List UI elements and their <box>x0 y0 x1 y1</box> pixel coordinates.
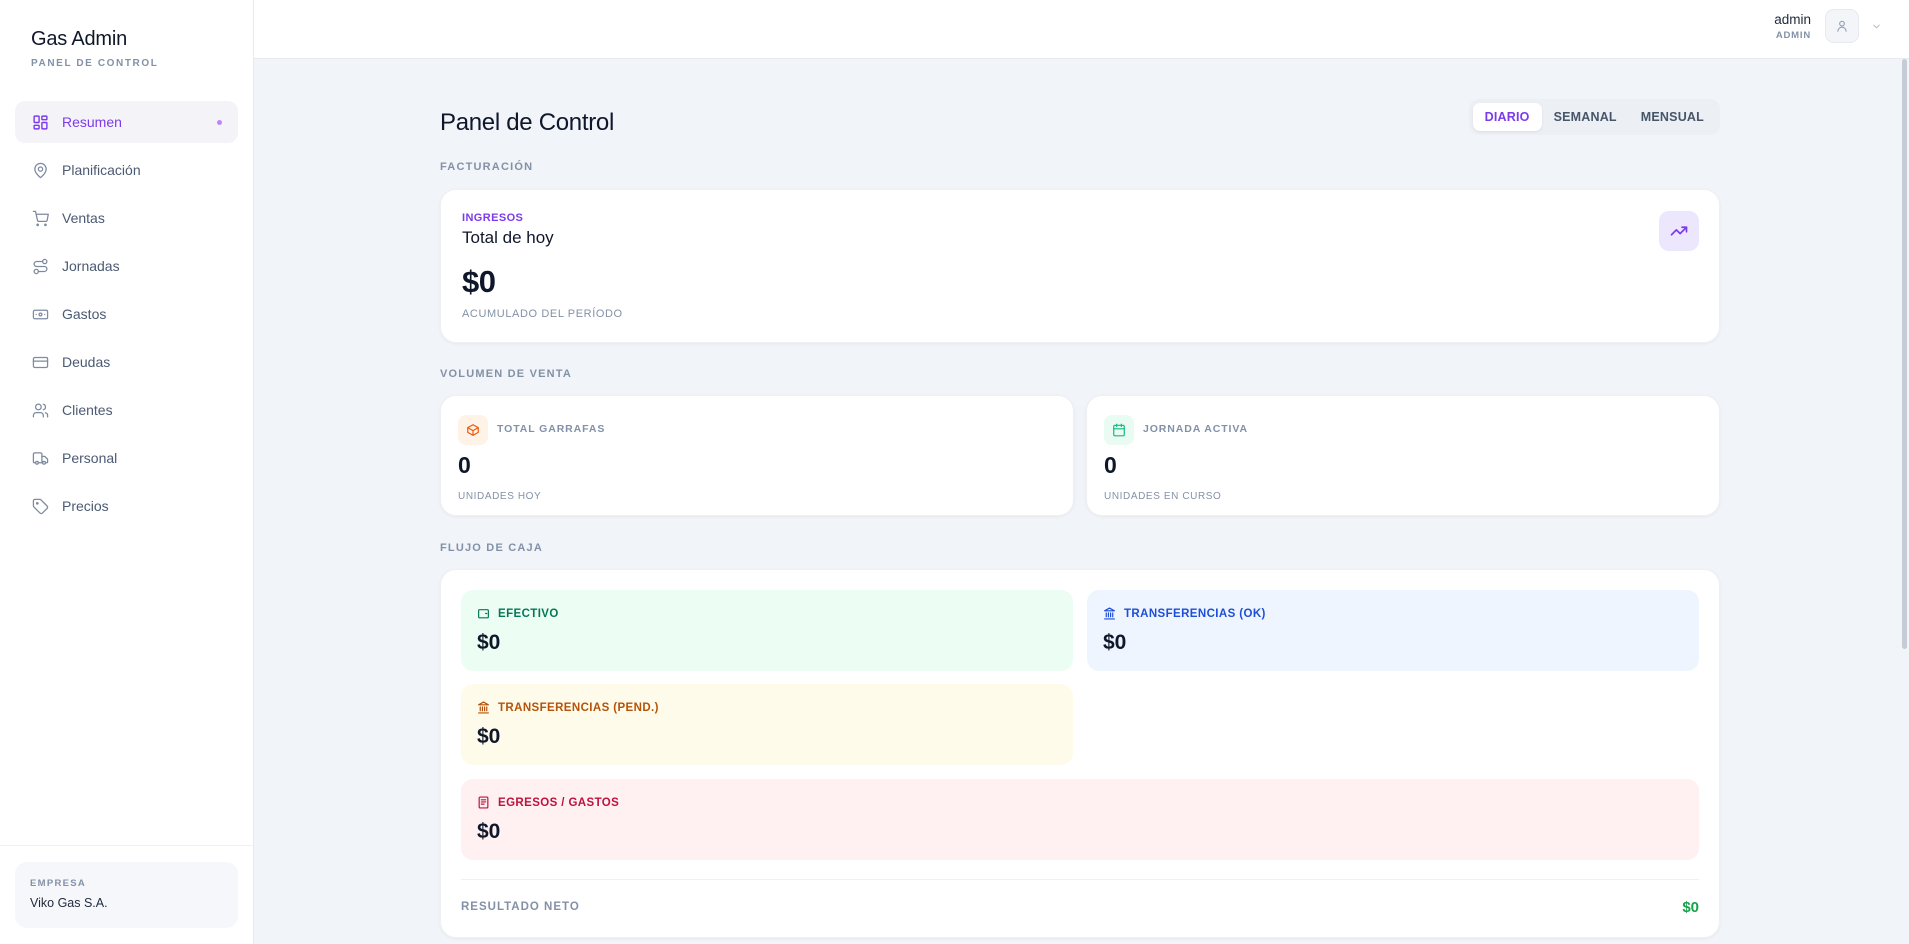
expenses-tile: EGRESOS / GASTOS $0 <box>461 779 1699 860</box>
stat-card-jornada: JORNADA ACTIVA 0 UNIDADES EN CURSO <box>1086 395 1720 516</box>
bank-icon <box>1103 607 1116 620</box>
revenue-card: INGRESOS Total de hoy $0 ACUMULADO DEL P… <box>440 189 1720 343</box>
sidebar-nav: Resumen Planificación Ventas Jornadas Ga… <box>15 101 238 533</box>
period-weekly-button[interactable]: SEMANAL <box>1542 103 1629 131</box>
user-icon <box>1837 20 1847 32</box>
sidebar-item-personal[interactable]: Personal <box>15 437 238 479</box>
sidebar-item-label: Ventas <box>62 210 105 226</box>
sidebar-item-planificacion[interactable]: Planificación <box>15 149 238 191</box>
trending-up-icon <box>1659 211 1699 251</box>
bank-icon <box>477 701 490 714</box>
net-result-label: RESULTADO NETO <box>461 901 580 913</box>
sidebar-item-gastos[interactable]: Gastos <box>15 293 238 335</box>
sidebar-item-label: Clientes <box>62 402 113 418</box>
period-daily-button[interactable]: DIARIO <box>1472 103 1542 131</box>
company-label: EMPRESA <box>30 878 87 889</box>
stat-value: 0 <box>458 452 471 478</box>
revenue-note: ACUMULADO DEL PERÍODO <box>462 308 623 320</box>
user-menu[interactable]: admin ADMIN <box>1774 9 1882 43</box>
transfers-ok-label: TRANSFERENCIAS (OK) <box>1124 607 1266 620</box>
sidebar: Gas Admin PANEL DE CONTROL Resumen Plani… <box>0 0 254 944</box>
divider <box>461 879 1699 880</box>
calendar-icon <box>1104 415 1134 445</box>
sidebar-footer: EMPRESA Viko Gas S.A. <box>0 845 254 928</box>
tag-icon <box>31 497 49 515</box>
app-subtitle: PANEL DE CONTROL <box>31 58 159 69</box>
section-billing-label: FACTURACIÓN <box>440 161 534 173</box>
stat-note: UNIDADES EN CURSO <box>1104 491 1222 502</box>
sidebar-item-label: Gastos <box>62 306 107 322</box>
cashflow-card: EFECTIVO $0 TRANSFERENCIAS (OK) $0 TRANS… <box>440 569 1720 938</box>
wallet-icon <box>477 607 490 620</box>
sidebar-item-jornadas[interactable]: Jornadas <box>15 245 238 287</box>
section-volume-label: VOLUMEN DE VENTA <box>440 368 573 380</box>
topbar: admin ADMIN <box>254 0 1909 59</box>
avatar[interactable] <box>1825 9 1859 43</box>
stat-note: UNIDADES HOY <box>458 491 542 502</box>
sidebar-item-label: Precios <box>62 498 109 514</box>
box-icon <box>458 415 488 445</box>
user-info: admin ADMIN <box>1774 12 1811 41</box>
period-switcher: DIARIO SEMANAL MENSUAL <box>1468 99 1720 135</box>
app-title: Gas Admin <box>31 28 128 50</box>
transfers-pending-label: TRANSFERENCIAS (PEND.) <box>498 701 659 714</box>
expenses-label: EGRESOS / GASTOS <box>498 796 620 809</box>
sidebar-item-clientes[interactable]: Clientes <box>15 389 238 431</box>
active-indicator-dot <box>217 120 222 125</box>
stat-label: TOTAL GARRAFAS <box>497 423 606 435</box>
company-card: EMPRESA Viko Gas S.A. <box>15 862 238 928</box>
sidebar-item-label: Resumen <box>62 114 122 130</box>
period-monthly-button[interactable]: MENSUAL <box>1629 103 1716 131</box>
banknote-icon <box>31 305 49 323</box>
transfers-pending-tile: TRANSFERENCIAS (PEND.) $0 <box>461 684 1073 765</box>
user-role: ADMIN <box>1775 29 1811 41</box>
cash-value: $0 <box>477 631 501 654</box>
transfers-ok-value: $0 <box>1103 631 1127 654</box>
company-name: Viko Gas S.A. <box>30 896 108 910</box>
revenue-value: $0 <box>462 264 496 299</box>
transfers-pending-value: $0 <box>477 725 501 748</box>
sidebar-item-resumen[interactable]: Resumen <box>15 101 238 143</box>
route-icon <box>31 257 49 275</box>
grid-icon <box>31 113 49 131</box>
stat-label: JORNADA ACTIVA <box>1143 423 1248 435</box>
page-title: Panel de Control <box>440 109 614 136</box>
map-pin-icon <box>31 161 49 179</box>
brand: Gas Admin PANEL DE CONTROL <box>31 28 158 69</box>
section-cashflow-label: FLUJO DE CAJA <box>440 542 543 554</box>
sidebar-item-label: Deudas <box>62 354 111 370</box>
net-result-value: $0 <box>1682 899 1699 916</box>
sidebar-item-ventas[interactable]: Ventas <box>15 197 238 239</box>
user-name: admin <box>1774 11 1811 27</box>
cash-tile: EFECTIVO $0 <box>461 590 1073 671</box>
revenue-title: Total de hoy <box>462 228 554 247</box>
sidebar-item-label: Personal <box>62 450 118 466</box>
cart-icon <box>31 209 49 227</box>
chevron-down-icon[interactable] <box>1871 21 1882 32</box>
sidebar-item-label: Jornadas <box>62 258 120 274</box>
sidebar-item-precios[interactable]: Precios <box>15 485 238 527</box>
truck-icon <box>31 449 49 467</box>
receipt-icon <box>477 796 490 809</box>
stat-value: 0 <box>1104 452 1117 478</box>
stat-card-garrafas: TOTAL GARRAFAS 0 UNIDADES HOY <box>440 395 1074 516</box>
credit-card-icon <box>31 353 49 371</box>
transfers-ok-tile: TRANSFERENCIAS (OK) $0 <box>1087 590 1699 671</box>
scrollbar-thumb[interactable] <box>1902 59 1907 649</box>
cash-label: EFECTIVO <box>498 607 559 620</box>
expenses-value: $0 <box>477 820 501 843</box>
users-icon <box>31 401 49 419</box>
sidebar-item-deudas[interactable]: Deudas <box>15 341 238 383</box>
sidebar-item-label: Planificación <box>62 162 141 178</box>
revenue-kicker: INGRESOS <box>462 212 524 224</box>
